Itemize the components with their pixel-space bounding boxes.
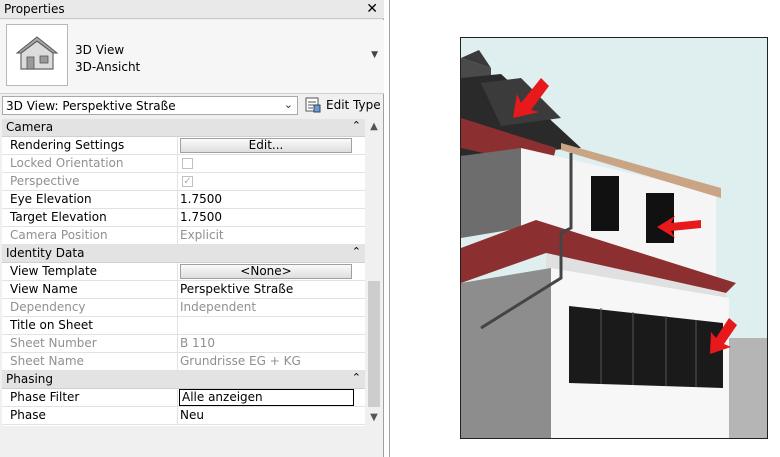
prop-target-elevation[interactable]: Target Elevation 1.7500: [2, 209, 365, 227]
prop-value: Independent: [180, 300, 257, 314]
scrollbar-thumb[interactable]: [368, 281, 380, 407]
type-name-label: 3D-Ansicht: [75, 60, 141, 74]
prop-value: B 110: [180, 336, 215, 350]
house-icon: [6, 24, 68, 86]
prop-value[interactable]: Perspektive Straße: [178, 281, 365, 298]
prop-sheet-number: Sheet Number B 110: [2, 335, 365, 353]
type-dropdown-icon[interactable]: ▼: [371, 50, 378, 60]
group-camera[interactable]: Camera ⌃: [2, 119, 365, 137]
edit-type-label: Edit Type: [326, 98, 381, 112]
prop-value: Explicit: [180, 228, 224, 242]
prop-name: Sheet Name: [2, 353, 178, 370]
prop-title-on-sheet[interactable]: Title on Sheet: [2, 317, 365, 335]
view-template-button[interactable]: <None>: [180, 264, 352, 279]
instance-bar: 3D View: Perspektive Straße ⌄ Edit Type: [0, 95, 384, 117]
prop-name: Camera Position: [2, 227, 178, 244]
phase-filter-field[interactable]: Alle anzeigen: [179, 389, 354, 406]
prop-phase-filter: Phase Filter Alle anzeigen: [2, 389, 365, 407]
vertical-scrollbar[interactable]: ▲ ▼: [366, 119, 382, 426]
group-identity-label: Identity Data: [6, 246, 85, 260]
prop-name: Rendering Settings: [2, 137, 178, 154]
prop-name: View Template: [2, 263, 178, 280]
prop-value[interactable]: 1.7500: [178, 191, 365, 208]
prop-dependency: Dependency Independent: [2, 299, 365, 317]
prop-sheet-name: Sheet Name Grundrisse EG + KG: [2, 353, 365, 371]
prop-view-template: View Template <None>: [2, 263, 365, 281]
rendering-settings-edit-button[interactable]: Edit...: [180, 138, 352, 153]
prop-perspective: Perspective ✓: [2, 173, 365, 191]
prop-view-name[interactable]: View Name Perspektive Straße: [2, 281, 365, 299]
prop-rendering-settings: Rendering Settings Edit...: [2, 137, 365, 155]
edit-type-icon: [305, 97, 321, 113]
prop-name: Sheet Number: [2, 335, 178, 352]
instance-filter-value: 3D View: Perspektive Straße: [6, 99, 176, 113]
palette-titlebar[interactable]: Properties ✕: [0, 0, 384, 19]
type-selector[interactable]: 3D View 3D-Ansicht ▼: [0, 20, 384, 94]
locked-orientation-checkbox: [182, 158, 193, 169]
prop-value[interactable]: 1.7500: [178, 209, 365, 226]
palette-title: Properties: [4, 2, 65, 16]
collapse-icon[interactable]: ⌃: [352, 245, 361, 258]
collapse-icon[interactable]: ⌃: [352, 119, 361, 132]
collapse-icon[interactable]: ⌃: [352, 371, 361, 384]
group-camera-label: Camera: [6, 120, 54, 134]
perspective-view-crop-region[interactable]: [460, 37, 768, 439]
group-identity-data[interactable]: Identity Data ⌃: [2, 245, 365, 263]
perspective-checkbox: ✓: [182, 176, 193, 187]
prop-value: Grundrisse EG + KG: [180, 354, 301, 368]
horizontal-scrollbar[interactable]: [2, 428, 382, 440]
prop-name: Phase: [2, 407, 178, 424]
building-perspective-image: [461, 38, 767, 438]
close-icon[interactable]: ✕: [366, 0, 378, 18]
type-family-label: 3D View: [75, 43, 125, 57]
prop-eye-elevation[interactable]: Eye Elevation 1.7500: [2, 191, 365, 209]
prop-name: Dependency: [2, 299, 178, 316]
prop-name: Eye Elevation: [2, 191, 178, 208]
prop-name: Perspective: [2, 173, 178, 190]
prop-name: Locked Orientation: [2, 155, 178, 172]
prop-camera-position: Camera Position Explicit: [2, 227, 365, 245]
prop-value[interactable]: [178, 317, 365, 334]
prop-value[interactable]: Neu: [178, 407, 365, 424]
chevron-down-icon: ⌄: [283, 98, 293, 111]
properties-grid: Camera ⌃ Rendering Settings Edit... Lock…: [2, 119, 365, 426]
group-phasing-label: Phasing: [6, 372, 54, 386]
prop-name: Target Elevation: [2, 209, 178, 226]
scroll-up-icon[interactable]: ▲: [366, 119, 382, 135]
prop-phase[interactable]: Phase Neu: [2, 407, 365, 425]
prop-name: View Name: [2, 281, 178, 298]
prop-name: Title on Sheet: [2, 317, 178, 334]
instance-filter-dropdown[interactable]: 3D View: Perspektive Straße ⌄: [2, 96, 298, 115]
prop-name: Phase Filter: [2, 389, 178, 406]
prop-locked-orientation: Locked Orientation: [2, 155, 365, 173]
group-phasing[interactable]: Phasing ⌃: [2, 371, 365, 389]
properties-palette: Properties ✕ 3D View 3D-Ansicht ▼ 3D Vie…: [0, 0, 384, 457]
scroll-down-icon[interactable]: ▼: [366, 410, 382, 426]
3d-view-canvas[interactable]: [389, 0, 780, 457]
